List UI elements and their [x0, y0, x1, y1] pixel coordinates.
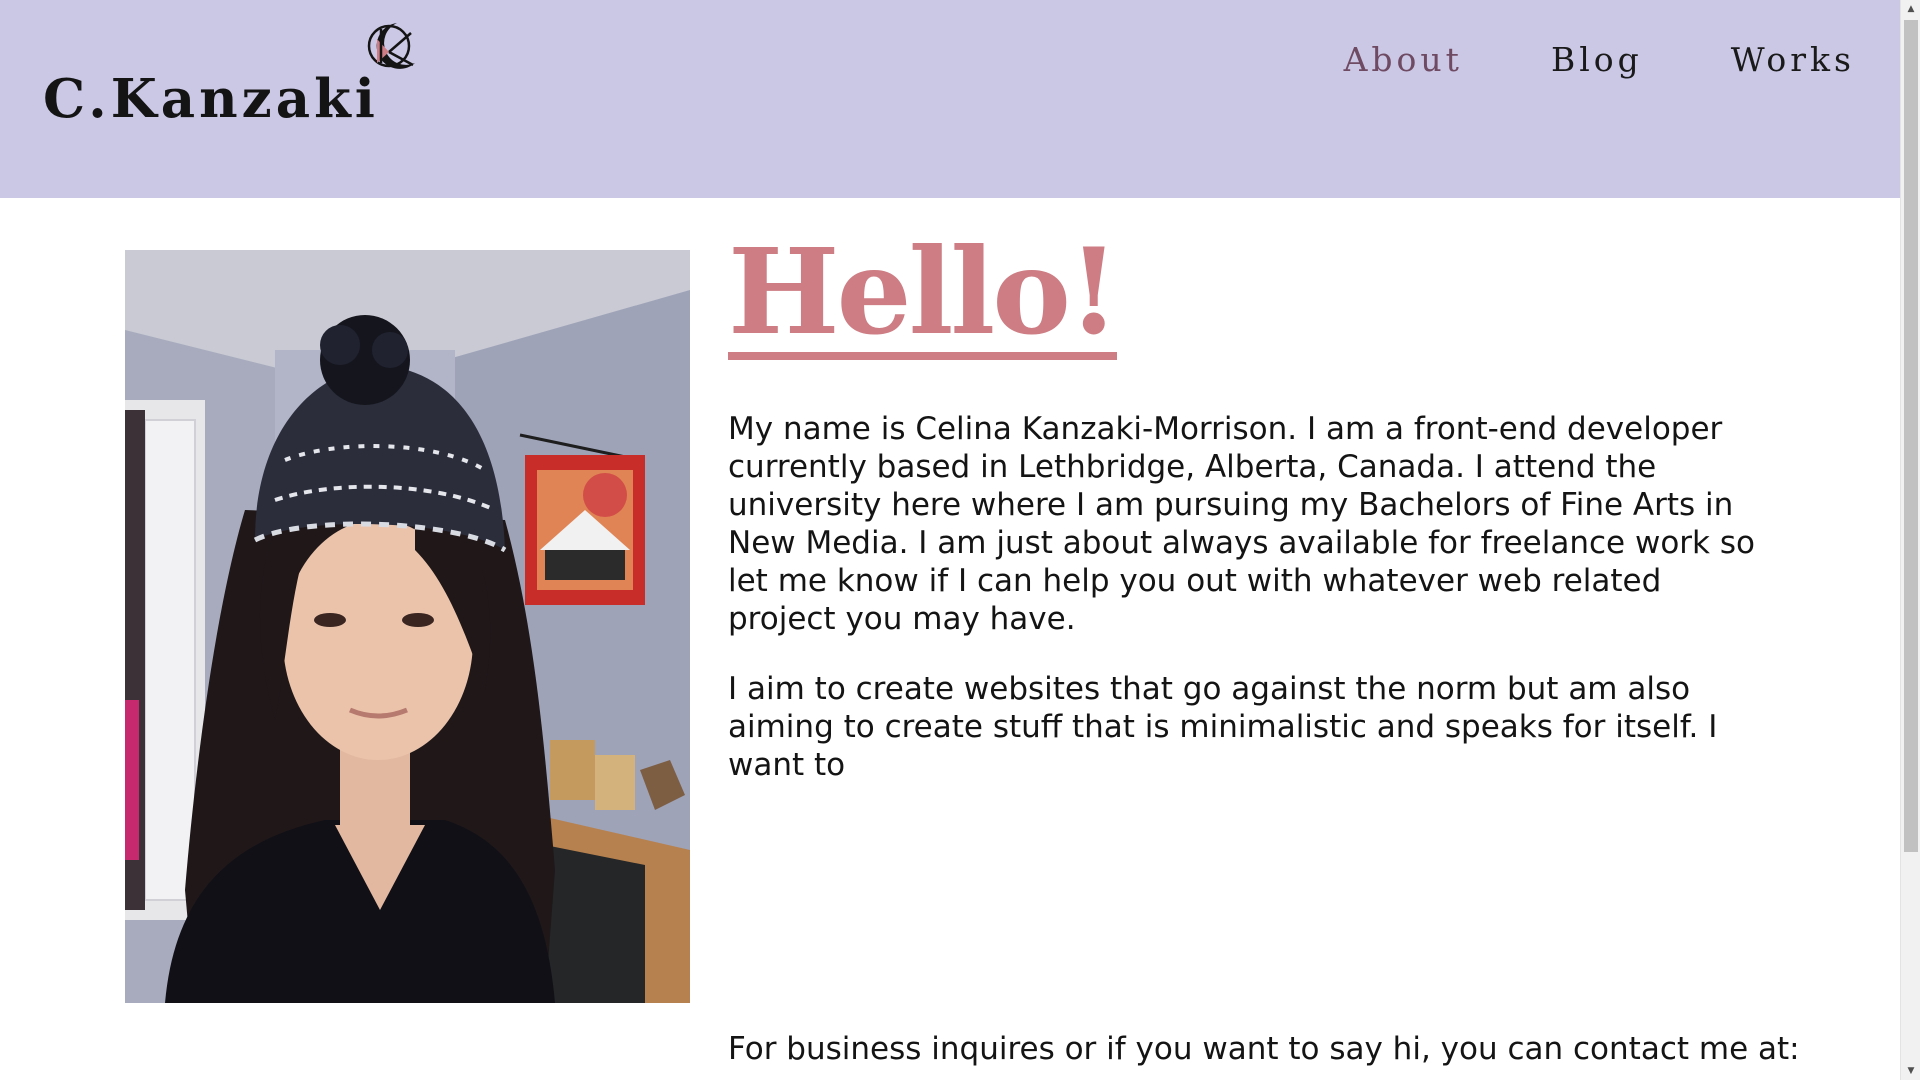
- vertical-scrollbar[interactable]: ▲ ▼: [1900, 0, 1920, 1080]
- site-header: C.Kanzaki About Blog Works: [0, 0, 1900, 198]
- intro-paragraph: My name is Celina Kanzaki-Morrison. I am…: [728, 411, 1755, 637]
- scroll-up-arrow-icon[interactable]: ▲: [1901, 0, 1920, 18]
- brand-name[interactable]: C.Kanzaki: [43, 68, 379, 130]
- scroll-down-arrow-icon[interactable]: ▼: [1901, 1062, 1920, 1080]
- nav-link-blog[interactable]: Blog: [1551, 40, 1643, 79]
- scroll-thumb[interactable]: [1904, 20, 1918, 852]
- goals-paragraph: I aim to create websites that go against…: [728, 671, 1718, 783]
- crescent-moon-logo-icon[interactable]: [367, 19, 419, 73]
- contact-section: For business inquires or if you want to …: [728, 1030, 1828, 1068]
- nav-link-works[interactable]: Works: [1731, 40, 1855, 79]
- nav-link-about[interactable]: About: [1344, 40, 1463, 79]
- main-nav: About Blog Works: [1344, 40, 1855, 79]
- profile-photo: [125, 250, 690, 1003]
- about-content: Hello! My name is Celina Kanzaki-Morriso…: [728, 232, 1818, 784]
- contact-text: For business inquires or if you want to …: [728, 1031, 1800, 1067]
- portrait-image: [125, 250, 690, 1003]
- page-title: Hello!: [728, 222, 1120, 361]
